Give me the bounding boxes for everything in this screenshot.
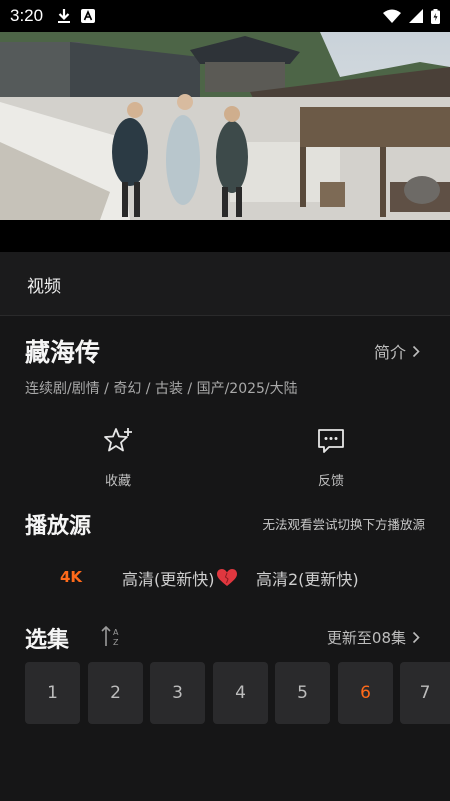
episode-tile[interactable]: 7 — [400, 662, 450, 724]
favorite-button[interactable]: 收藏 — [78, 426, 158, 489]
heart-icon — [216, 569, 237, 586]
intro-link[interactable]: 简介 — [374, 339, 420, 363]
tab-video[interactable]: 视频 — [27, 272, 61, 297]
episode-tile[interactable]: 3 — [150, 662, 205, 724]
status-right-icons — [383, 0, 440, 32]
source-option-hd-label: 高清(更新快) — [122, 570, 215, 589]
episode-tile[interactable]: 5 — [275, 662, 330, 724]
episodes-section-title: 选集 — [25, 628, 70, 653]
status-time: 3:20 — [10, 6, 44, 25]
source-option-hd[interactable]: 高清(更新快) — [122, 566, 237, 590]
episode-tile-current[interactable]: 6 — [338, 662, 393, 724]
signal-icon — [409, 9, 423, 23]
sort-icon[interactable]: A Z — [100, 624, 122, 648]
download-icon — [58, 9, 71, 23]
a-badge-icon — [81, 9, 96, 23]
tab-bar: 视频 — [0, 252, 450, 316]
source-hint: 无法观看尝试切换下方播放源 — [262, 517, 425, 532]
episode-tile[interactable]: 2 — [88, 662, 143, 724]
favorite-label: 收藏 — [104, 474, 131, 489]
title-row: 藏海传 简介 — [0, 330, 450, 370]
source-option-4k[interactable]: 4K — [60, 568, 82, 586]
status-left-icons — [57, 8, 96, 24]
genre-tags: 连续剧/剧情 / 奇幻 / 古装 / 国产/2025/大陆 — [25, 381, 298, 397]
source-section-title: 播放源 — [25, 514, 92, 539]
status-bar: 3:20 — [0, 0, 450, 32]
episodes-update-link[interactable]: 更新至08集 — [327, 627, 420, 648]
episode-tile[interactable]: 1 — [25, 662, 80, 724]
show-title: 藏海传 — [25, 338, 101, 367]
update-label: 更新至08集 — [326, 629, 406, 647]
video-frame — [0, 32, 450, 220]
video-player[interactable] — [0, 32, 450, 252]
chevron-right-icon — [412, 631, 420, 644]
chat-bubble-icon — [318, 429, 344, 453]
svg-text:Z: Z — [113, 638, 119, 647]
feedback-button[interactable]: 反馈 — [291, 426, 371, 489]
chevron-right-icon — [412, 345, 420, 357]
wifi-icon — [383, 9, 401, 23]
feedback-label: 反馈 — [317, 474, 344, 489]
star-plus-icon — [104, 428, 132, 452]
battery-icon — [431, 8, 440, 24]
intro-label: 简介 — [373, 343, 406, 362]
source-option-hd2[interactable]: 高清2(更新快) — [256, 566, 359, 590]
episode-tile[interactable]: 4 — [213, 662, 268, 724]
svg-text:A: A — [113, 628, 119, 637]
